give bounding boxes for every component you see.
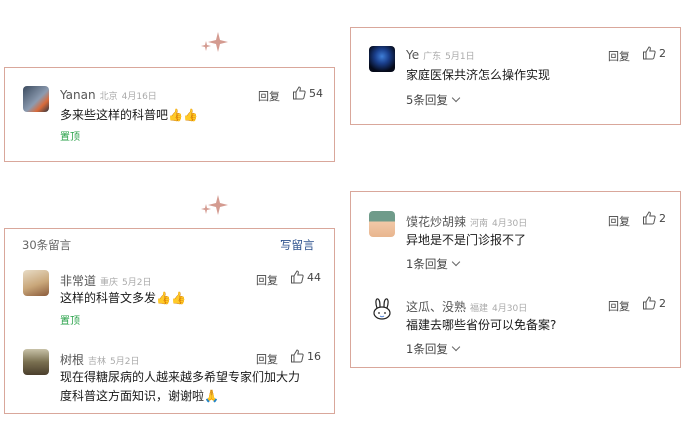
reply-button[interactable]: 回复: [608, 48, 630, 64]
avatar[interactable]: [369, 46, 395, 72]
comment-text: 福建去哪些省份可以免备案?: [406, 318, 557, 332]
comment-date: 4月16日: [121, 92, 157, 102]
like-button[interactable]: 2: [642, 211, 666, 225]
comment-count: 30条留言: [22, 238, 72, 252]
reply-button[interactable]: 回复: [256, 351, 278, 367]
pinned-badge: 置顶: [60, 316, 80, 327]
author-location: 广东: [423, 52, 442, 62]
comment-card-bottom-right: 馍花炒胡辣 河南 4月30日 回复 2 异地是不是门诊报不了 1条回复 这瓜、没熟福…: [350, 191, 681, 368]
replies-count: 1条回复: [406, 342, 448, 356]
author-location: 北京: [99, 92, 118, 102]
comment-text-line-1: 现在得糖尿病的人越来越多希望专家们加大力: [60, 370, 301, 384]
chevron-down-icon: [451, 93, 461, 103]
author-name[interactable]: 馍花炒胡辣: [406, 215, 466, 229]
author-name[interactable]: Ye: [406, 48, 419, 62]
reply-button[interactable]: 回复: [608, 298, 630, 314]
reply-button[interactable]: 回复: [256, 272, 278, 288]
sparkle-icon: [201, 195, 228, 215]
replies-count: 5条回复: [406, 93, 448, 107]
comment-date: 5月1日: [445, 52, 475, 62]
like-count: 2: [659, 296, 666, 310]
bunny-avatar-icon: [373, 298, 391, 320]
write-comment-button[interactable]: 写留言: [280, 237, 315, 253]
like-button[interactable]: 54: [292, 86, 323, 100]
comment-card-top-right: Ye 广东 5月1日 回复 2 家庭医保共济怎么操作实现 5条回复: [350, 27, 681, 125]
like-count: 2: [659, 46, 666, 60]
comment-text: 多来些这样的科普吧👍👍: [60, 108, 198, 122]
like-count: 16: [307, 349, 321, 363]
author-location: 重庆: [100, 278, 119, 288]
comment-date: 4月30日: [492, 304, 528, 314]
comment-list-panel: 30条留言 写留言 非常道 重庆 5月2日 回复 44 这样的科普文多发👍👍 置顶 …: [4, 228, 335, 414]
replies-count: 1条回复: [406, 257, 448, 271]
avatar[interactable]: [23, 270, 49, 296]
avatar[interactable]: [23, 349, 49, 375]
author-location: 河南: [470, 219, 489, 229]
chevron-down-icon: [451, 342, 461, 352]
thumbs-up-icon: [643, 211, 656, 225]
chevron-down-icon: [451, 257, 461, 267]
author-name[interactable]: Yanan: [60, 88, 96, 102]
author-name[interactable]: 非常道: [60, 274, 96, 288]
comment-author: 非常道 重庆 5月2日: [60, 272, 151, 289]
like-count: 44: [307, 270, 321, 284]
sparkle-icon: [201, 32, 228, 52]
author-location: 吉林: [88, 357, 107, 367]
like-button[interactable]: 2: [642, 46, 666, 60]
comment-date: 4月30日: [492, 219, 528, 229]
comment-text: 这样的科普文多发👍👍: [60, 291, 186, 305]
expand-replies-button[interactable]: 1条回复: [406, 256, 461, 272]
author-name[interactable]: 这瓜、没熟: [406, 300, 466, 314]
comment-card-top-left: Yanan 北京 4月16日 回复 54 多来些这样的科普吧👍👍 置顶: [4, 67, 335, 162]
thumbs-up-icon: [291, 270, 304, 284]
like-button[interactable]: 2: [642, 296, 666, 310]
comment-author: 树根 吉林 5月2日: [60, 351, 139, 368]
pinned-badge: 置顶: [60, 132, 80, 143]
avatar[interactable]: [23, 86, 49, 112]
comment-author: 馍花炒胡辣 河南 4月30日: [406, 213, 527, 230]
thumbs-up-icon: [291, 349, 304, 363]
comment-author: 这瓜、没熟 福建 4月30日: [406, 298, 527, 315]
comment-author: Yanan 北京 4月16日: [60, 88, 157, 102]
comment-text-line-2: 度科普这方面知识，谢谢啦🙏: [60, 389, 219, 403]
reply-button[interactable]: 回复: [608, 213, 630, 229]
thumbs-up-icon: [293, 86, 306, 100]
author-location: 福建: [470, 304, 489, 314]
like-count: 54: [309, 86, 323, 100]
like-button[interactable]: 44: [290, 270, 321, 284]
expand-replies-button[interactable]: 1条回复: [406, 341, 461, 357]
author-name[interactable]: 树根: [60, 353, 84, 367]
comment-date: 5月2日: [110, 357, 140, 367]
expand-replies-button[interactable]: 5条回复: [406, 92, 461, 108]
avatar[interactable]: [369, 296, 395, 322]
like-button[interactable]: 16: [290, 349, 321, 363]
comment-date: 5月2日: [122, 278, 152, 288]
comment-text: 异地是不是门诊报不了: [406, 233, 527, 247]
comment-text: 家庭医保共济怎么操作实现: [406, 68, 551, 82]
thumbs-up-icon: [643, 296, 656, 310]
comment-author: Ye 广东 5月1日: [406, 48, 475, 62]
like-count: 2: [659, 211, 666, 225]
thumbs-up-icon: [643, 46, 656, 60]
reply-button[interactable]: 回复: [258, 88, 280, 104]
avatar[interactable]: [369, 211, 395, 237]
